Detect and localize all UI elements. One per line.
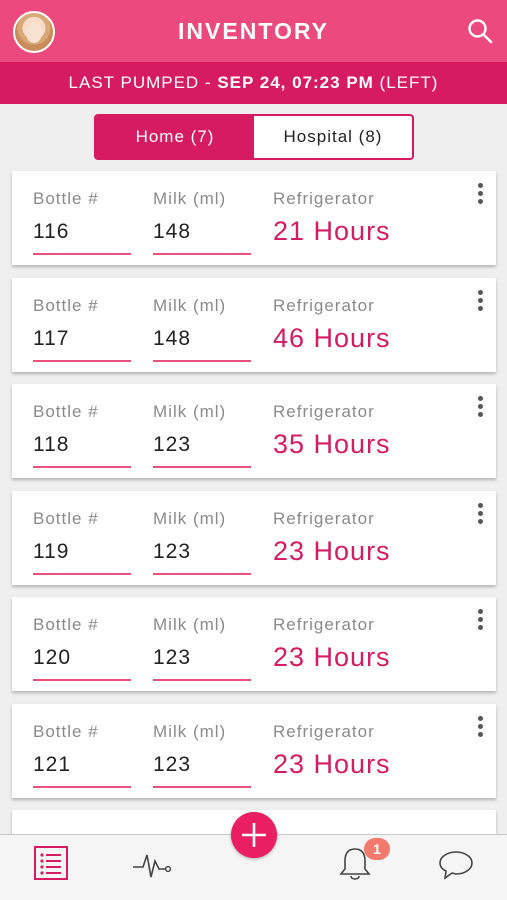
more-options-icon[interactable]	[478, 183, 484, 205]
tab-hospital[interactable]: Hospital (8)	[254, 116, 412, 158]
milk-amount[interactable]: 123	[153, 753, 191, 777]
bottle-underline	[33, 359, 131, 362]
bottle-label: Bottle #	[33, 721, 99, 741]
last-pumped-banner: LAST PUMPED - SEP 24, 07:23 PM (LEFT)	[0, 62, 507, 104]
more-dot	[478, 625, 483, 630]
bottle-underline	[33, 466, 131, 468]
add-button[interactable]	[231, 812, 277, 858]
more-dot	[478, 183, 483, 188]
more-dot	[478, 191, 483, 196]
milk-amount[interactable]: 148	[153, 220, 191, 244]
bottle-label: Bottle #	[33, 615, 99, 634]
more-dot	[478, 510, 483, 516]
more-dot	[478, 617, 483, 622]
list-icon[interactable]	[31, 843, 71, 883]
inventory-card[interactable]: Bottle # Milk (ml) Refrigerator 116 148 21 Ho…	[12, 171, 496, 265]
bottle-underline	[33, 785, 131, 788]
bottle-number[interactable]: 120	[33, 646, 71, 670]
storage-hours: 23 Hours	[273, 642, 391, 672]
more-dot	[478, 297, 483, 303]
milk-underline	[153, 466, 251, 468]
milk-underline	[153, 572, 251, 575]
more-dot	[478, 404, 483, 409]
bottle-number[interactable]: 118	[33, 433, 69, 457]
search-icon[interactable]	[467, 18, 493, 44]
more-dot	[478, 518, 483, 524]
inventory-card[interactable]: Bottle # Milk (ml) Refrigerator 118 123 35 Ho…	[12, 384, 496, 478]
more-dot	[478, 731, 483, 737]
milk-label: Milk (ml)	[153, 295, 227, 315]
bottle-number[interactable]: 119	[33, 540, 69, 564]
more-dot	[478, 502, 483, 508]
milk-amount[interactable]: 148	[153, 327, 191, 351]
more-dot	[478, 609, 483, 614]
milk-label: Milk (ml)	[153, 508, 227, 528]
tab-home[interactable]: Home (7)	[96, 116, 254, 158]
storage-hours: 23 Hours	[273, 748, 391, 779]
more-options-icon[interactable]	[478, 715, 484, 738]
chat-icon[interactable]	[436, 843, 476, 883]
storage-hours: 23 Hours	[273, 535, 391, 566]
milk-label: Milk (ml)	[153, 189, 227, 208]
bottle-label: Bottle #	[33, 295, 99, 315]
more-options-icon[interactable]	[478, 396, 484, 418]
milk-underline	[153, 253, 251, 255]
milk-amount[interactable]: 123	[153, 646, 191, 670]
storage-label: Refrigerator	[273, 721, 375, 741]
milk-underline	[153, 785, 251, 788]
bottle-number[interactable]: 117	[33, 327, 69, 351]
more-dot	[478, 723, 483, 729]
more-options-icon[interactable]	[478, 502, 484, 525]
storage-hours: 46 Hours	[273, 322, 391, 353]
bottle-underline	[33, 679, 131, 681]
last-pumped-prefix: LAST PUMPED -	[68, 73, 218, 92]
storage-hours: 35 Hours	[273, 429, 391, 459]
bottle-underline	[33, 253, 131, 255]
bottle-number[interactable]: 121	[33, 753, 71, 777]
storage-label: Refrigerator	[273, 402, 375, 421]
milk-underline	[153, 679, 251, 681]
page-title: INVENTORY	[178, 18, 329, 44]
inventory-card[interactable]: Bottle # Milk (ml) Refrigerator 119 123 23 Ho…	[12, 490, 496, 585]
milk-label: Milk (ml)	[153, 402, 227, 421]
inventory-card[interactable]: Bottle # Milk (ml) Refrigerator 121 123 23 Ho…	[12, 703, 496, 798]
milk-amount[interactable]: 123	[153, 433, 191, 457]
app-header: INVENTORY	[0, 0, 507, 62]
milk-label: Milk (ml)	[153, 615, 227, 634]
inventory-card[interactable]: Bottle # Milk (ml) Refrigerator 117 148 46 Ho…	[12, 277, 496, 372]
notification-badge: 1	[364, 838, 390, 860]
storage-label: Refrigerator	[273, 508, 375, 528]
more-options-icon[interactable]	[478, 609, 484, 631]
activity-icon[interactable]	[132, 843, 172, 883]
more-dot	[478, 412, 483, 417]
bottle-number[interactable]: 116	[33, 220, 69, 244]
last-pumped-side: (LEFT)	[373, 73, 439, 92]
inventory-card[interactable]: Bottle # Milk (ml) Refrigerator 120 123 23 Ho…	[12, 597, 496, 691]
milk-underline	[153, 359, 251, 362]
storage-label: Refrigerator	[273, 189, 375, 208]
bottle-label: Bottle #	[33, 508, 99, 528]
last-pumped-datetime: SEP 24, 07:23 PM	[217, 73, 374, 92]
storage-label: Refrigerator	[273, 295, 375, 315]
storage-label: Refrigerator	[273, 615, 375, 634]
more-dot	[478, 305, 483, 311]
storage-hours: 21 Hours	[273, 216, 391, 246]
more-dot	[478, 199, 483, 204]
milk-label: Milk (ml)	[153, 721, 227, 741]
bottle-label: Bottle #	[33, 189, 99, 208]
bottle-underline	[33, 572, 131, 575]
milk-amount[interactable]: 123	[153, 540, 191, 564]
location-segmented-control: Home (7) Hospital (8)	[94, 114, 414, 160]
bottle-label: Bottle #	[33, 402, 99, 421]
more-options-icon[interactable]	[478, 289, 484, 312]
more-dot	[478, 396, 483, 401]
more-dot	[478, 289, 483, 295]
more-dot	[478, 715, 483, 721]
